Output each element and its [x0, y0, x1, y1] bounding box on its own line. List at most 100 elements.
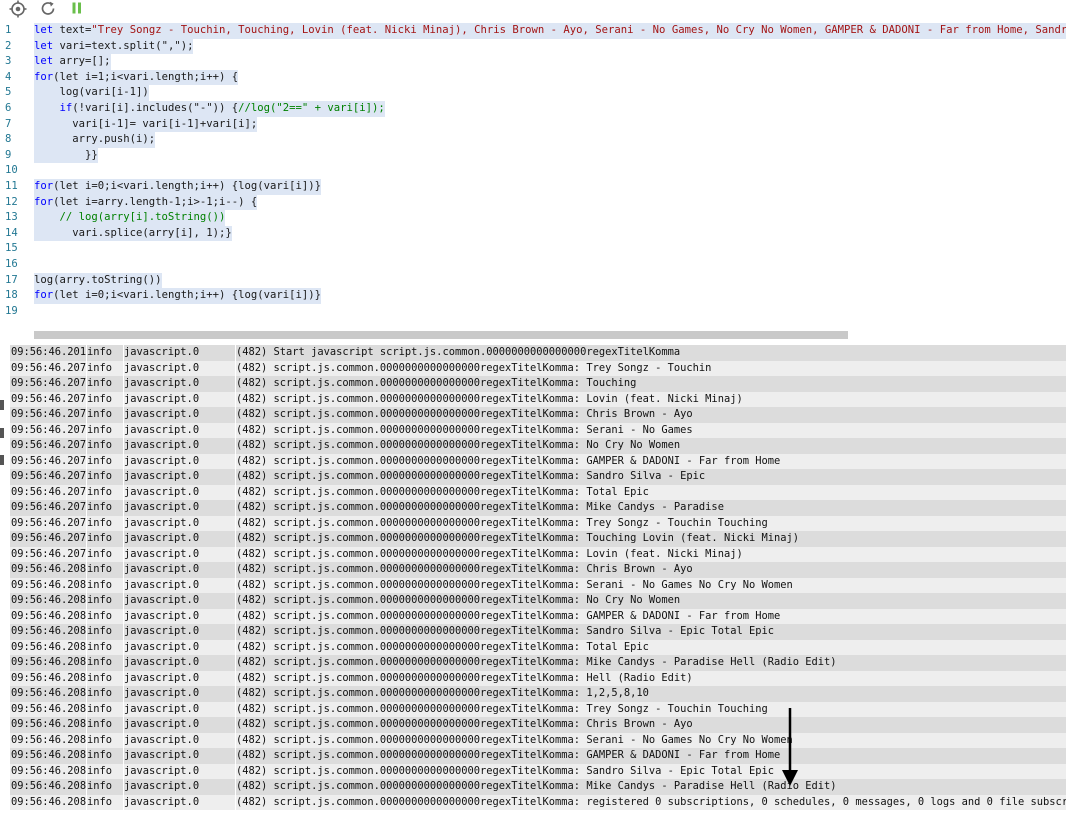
code-line[interactable]: 13 // log(arry[i].toString()) — [0, 210, 1066, 226]
code-text: vari.splice(arry[i], 1);} — [34, 225, 232, 242]
log-time: 09:56:46.207 — [11, 470, 87, 482]
log-row: 09:56:46.208 info javascript.0 (482) script… — [10, 670, 1066, 686]
editor-toolbar — [0, 0, 1066, 18]
column-divider — [86, 624, 87, 640]
pause-icon[interactable] — [69, 0, 87, 18]
code-token: text= — [53, 24, 92, 36]
log-source: javascript.0 — [124, 764, 200, 777]
log-time: 09:56:46.207 — [11, 454, 87, 467]
column-divider — [86, 469, 87, 485]
code-text: for(let i=0;i<vari.length;i++) {log(vari… — [34, 179, 322, 195]
code-line[interactable]: 8 arry.push(i); — [0, 132, 1066, 148]
code-line[interactable]: 7 vari[i-1]= vari[i-1]+vari[i]; — [0, 116, 1066, 133]
log-row: 09:56:46.207 info javascript.0 (482) script… — [10, 500, 1066, 516]
code-line[interactable]: 4 for(let i=1;i<vari.length;i++) { — [0, 69, 1066, 86]
log-time: 09:56:46.208 — [11, 733, 87, 746]
log-severity: info — [87, 780, 113, 792]
code-text: // log(arry[i].toString()) — [34, 210, 226, 226]
column-divider — [235, 500, 236, 516]
code-line[interactable]: 19 — [0, 304, 1066, 320]
log-row: 09:56:46.207 info javascript.0 (482) script… — [10, 391, 1066, 407]
column-divider — [123, 701, 124, 717]
column-divider — [123, 732, 124, 748]
log-source: javascript.0 — [124, 795, 200, 808]
log-time: 09:56:46.207 — [11, 516, 87, 529]
code-line[interactable]: 14 vari.splice(arry[i], 1);} — [0, 225, 1066, 242]
line-number: 18 — [5, 289, 18, 302]
code-line[interactable]: 18 for(let i=0;i<vari.length;i++) {log(va… — [0, 288, 1066, 304]
log-time: 09:56:46.208 — [11, 625, 87, 637]
side-handle-icon[interactable] — [0, 428, 4, 438]
log-time: 09:56:46.208 — [11, 563, 87, 575]
line-number: 7 — [5, 117, 12, 130]
log-message: (482) script.js.common.0000000000000000r… — [236, 625, 774, 637]
log-time: 09:56:46.207 — [11, 392, 87, 405]
log-source: javascript.0 — [124, 671, 200, 684]
log-message: (482) script.js.common.0000000000000000r… — [236, 594, 681, 606]
log-severity: info — [87, 501, 113, 513]
code-token: for — [34, 289, 54, 302]
side-handle-icon[interactable] — [0, 400, 4, 410]
code-line[interactable]: 3 let arry=[]; — [0, 54, 1066, 70]
code-line[interactable]: 11 for(let i=0;i<vari.length;i++) {log(va… — [0, 179, 1066, 195]
code-line[interactable]: 16 — [0, 257, 1066, 273]
editor-horizontal-scrollbar[interactable] — [34, 331, 848, 339]
log-row: 09:56:46.208 info javascript.0 (482) script… — [10, 779, 1066, 795]
log-row: 09:56:46.208 info javascript.0 (482) script… — [10, 593, 1066, 609]
column-divider — [86, 794, 87, 810]
log-source: javascript.0 — [124, 733, 200, 746]
code-line[interactable]: 6 if(!vari[i].includes("-")) {//log("2==… — [0, 101, 1066, 117]
column-divider — [235, 717, 236, 733]
side-handle-icon[interactable] — [0, 455, 4, 465]
column-divider — [86, 686, 87, 702]
line-number: 13 — [5, 211, 18, 224]
log-row: 09:56:46.208 info javascript.0 (482) script… — [10, 608, 1066, 624]
line-number: 14 — [5, 226, 18, 239]
column-divider — [235, 531, 236, 547]
code-token: vari[i-1]= vari[i-1]+vari[i]; — [34, 117, 258, 130]
log-message: (482) script.js.common.0000000000000000r… — [236, 408, 693, 420]
code-line[interactable]: 10 — [0, 163, 1066, 179]
log-message: (482) script.js.common.0000000000000000r… — [236, 656, 837, 668]
column-divider — [86, 531, 87, 547]
code-line[interactable]: 15 — [0, 241, 1066, 257]
column-divider — [235, 345, 236, 361]
log-source: javascript.0 — [124, 749, 200, 761]
code-line[interactable]: 9 }} — [0, 147, 1066, 164]
line-number: 17 — [5, 273, 18, 286]
code-token: vari.splice(arry[i], 1);} — [34, 226, 232, 239]
code-line[interactable]: 5 log(vari[i-1]) — [0, 85, 1066, 101]
target-icon[interactable] — [9, 0, 27, 18]
log-severity: info — [87, 733, 113, 746]
code-line[interactable]: 2 let vari=text.split(","); — [0, 38, 1066, 55]
column-divider — [86, 391, 87, 407]
code-token: let — [34, 55, 54, 68]
code-line[interactable]: 12 for(let i=arry.length-1;i>-1;i--) { — [0, 194, 1066, 211]
column-divider — [123, 500, 124, 516]
refresh-icon[interactable] — [39, 0, 57, 18]
column-divider — [123, 686, 124, 702]
log-message: (482) script.js.common.0000000000000000r… — [236, 671, 693, 684]
code-editor[interactable]: 1 let text="Trey Songz - Touchin, Touchin… — [0, 20, 1066, 342]
line-number: 16 — [5, 258, 18, 270]
log-message: (482) script.js.common.0000000000000000r… — [236, 361, 712, 374]
log-row: 09:56:46.207 info javascript.0 (482) script… — [10, 469, 1066, 485]
code-line[interactable]: 17 log(arry.toString()) — [0, 272, 1066, 289]
column-divider — [235, 763, 236, 779]
log-row: 09:56:46.207 info javascript.0 (482) script… — [10, 531, 1066, 547]
line-number: 6 — [5, 102, 12, 114]
code-token: }} — [34, 148, 98, 161]
code-line[interactable]: 1 let text="Trey Songz - Touchin, Touchin… — [0, 23, 1066, 39]
log-time: 09:56:46.208 — [11, 702, 87, 715]
log-severity: info — [87, 625, 113, 637]
log-source: javascript.0 — [124, 408, 200, 420]
log-time: 09:56:46.207 — [11, 532, 87, 544]
log-message: (482) script.js.common.0000000000000000r… — [236, 547, 743, 560]
code-token: arry.push(i); — [34, 133, 156, 146]
down-arrow-icon — [780, 708, 800, 788]
log-time: 09:56:46.208 — [11, 687, 87, 699]
code-text: log(arry.toString()) — [34, 272, 162, 289]
log-message: (482) script.js.common.0000000000000000r… — [236, 702, 768, 715]
log-source: javascript.0 — [124, 656, 200, 668]
log-source: javascript.0 — [124, 594, 200, 606]
